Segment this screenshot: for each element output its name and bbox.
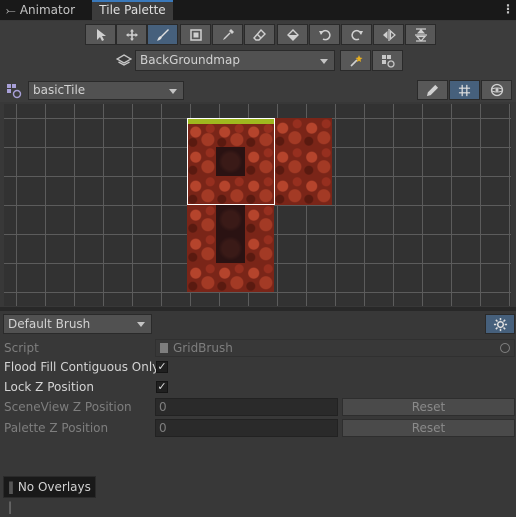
gizmos-button[interactable] — [481, 80, 512, 100]
palette-z-input[interactable]: 0 — [155, 419, 338, 437]
tile[interactable] — [245, 176, 274, 205]
tile[interactable] — [216, 263, 245, 292]
gizmo-sphere-icon — [490, 83, 503, 97]
tile[interactable] — [245, 147, 274, 176]
object-picker-icon[interactable] — [500, 343, 510, 353]
tile[interactable] — [187, 205, 216, 234]
tile[interactable] — [274, 176, 303, 205]
tile[interactable] — [245, 234, 274, 263]
tile[interactable] — [187, 263, 216, 292]
tile[interactable] — [303, 147, 332, 176]
active-tilemap-value: BackGroundmap — [140, 53, 240, 67]
script-label: Script — [4, 341, 39, 355]
flip-y-icon — [414, 27, 427, 42]
grid-icon — [458, 84, 471, 96]
chevron-down-icon — [137, 322, 145, 327]
edit-palette-button[interactable] — [417, 80, 448, 100]
tile[interactable] — [274, 118, 303, 147]
tile[interactable] — [187, 118, 216, 147]
flood-fill-checkbox[interactable]: ✓ — [156, 361, 168, 373]
animator-icon: ⤚ — [6, 3, 16, 17]
tile[interactable] — [245, 205, 274, 234]
picker-icon — [222, 28, 234, 40]
palette-selector-value: basicTile — [33, 83, 86, 97]
brush-settings-button[interactable] — [485, 314, 515, 334]
toggle-grid-button[interactable] — [449, 80, 480, 100]
palette-z-label: Palette Z Position — [4, 421, 109, 435]
rotate-counterclockwise-button[interactable] — [309, 24, 340, 45]
eraser-tool-button[interactable] — [244, 24, 275, 45]
picker-tool-button[interactable] — [212, 24, 243, 45]
tile-palette-grid[interactable] — [4, 104, 511, 306]
flip-x-button[interactable] — [373, 24, 404, 45]
box-fill-tool-button[interactable] — [180, 24, 211, 45]
tile[interactable] — [216, 147, 245, 176]
overlays-menu[interactable]: ‖ No Overlays | — [3, 476, 96, 514]
paint-brush-tool-button[interactable] — [147, 24, 178, 45]
rotate-counterclockwise-icon — [318, 29, 331, 40]
more-menu-icon[interactable]: ⋮ — [502, 0, 514, 20]
eraser-icon — [252, 28, 266, 41]
lock-z-label: Lock Z Position — [4, 380, 94, 394]
script-field: GridBrush — [155, 339, 515, 357]
focus-tilemap-button[interactable] — [340, 50, 371, 71]
script-file-icon — [160, 343, 168, 353]
flip-y-button[interactable] — [405, 24, 436, 45]
active-tilemap-dropdown[interactable]: BackGroundmap — [135, 50, 335, 71]
brush-selector-value: Default Brush — [8, 317, 91, 331]
move-tool-button[interactable] — [116, 24, 147, 45]
magic-wand-icon — [349, 54, 362, 67]
tile[interactable] — [245, 118, 274, 147]
flood-fill-label: Flood Fill Contiguous Only — [4, 360, 160, 374]
rotate-clockwise-button[interactable] — [341, 24, 372, 45]
select-icon — [96, 28, 106, 41]
fill-bucket-icon — [286, 28, 299, 41]
sceneview-z-input[interactable]: 0 — [155, 398, 338, 416]
paint-brush-icon — [156, 28, 169, 41]
tile[interactable] — [187, 234, 216, 263]
tile[interactable] — [216, 118, 245, 147]
brush-selector-dropdown[interactable]: Default Brush — [3, 314, 152, 334]
overlays-label: No Overlays — [17, 480, 91, 494]
script-value: GridBrush — [173, 341, 233, 355]
tile[interactable] — [245, 263, 274, 292]
tile[interactable] — [303, 176, 332, 205]
sceneview-z-reset-button[interactable]: Reset — [342, 398, 515, 416]
tab-animator-label: Animator — [19, 3, 75, 17]
palette-selector-dropdown[interactable]: basicTile — [28, 81, 184, 100]
chevron-down-icon — [169, 89, 177, 94]
drag-handle-icon[interactable]: ‖ — [8, 480, 14, 494]
flip-x-icon — [382, 28, 396, 41]
tile[interactable] — [187, 147, 216, 176]
tile[interactable] — [216, 205, 245, 234]
select-tool-button[interactable] — [85, 24, 116, 45]
panel-divider[interactable] — [0, 307, 516, 311]
box-fill-icon — [189, 28, 202, 41]
chevron-down-icon — [320, 59, 328, 64]
tile[interactable] — [187, 176, 216, 205]
tile-palette-settings-button[interactable] — [372, 50, 403, 71]
pencil-icon — [426, 84, 439, 96]
sceneview-z-label: SceneView Z Position — [4, 400, 132, 414]
move-icon — [125, 28, 138, 41]
layers-icon — [116, 54, 132, 66]
separator: | — [8, 500, 13, 514]
palette-grid-icon — [381, 54, 395, 68]
tile[interactable] — [216, 234, 245, 263]
tab-tile-palette[interactable]: Tile Palette — [92, 0, 173, 20]
tile[interactable] — [216, 176, 245, 205]
tile[interactable] — [274, 147, 303, 176]
brush-settings-icon — [493, 317, 507, 331]
tile-palette-icon — [7, 84, 22, 99]
palette-z-reset-button[interactable]: Reset — [342, 419, 515, 437]
fill-bucket-tool-button[interactable] — [277, 24, 308, 45]
tile[interactable] — [303, 118, 332, 147]
lock-z-checkbox[interactable]: ✓ — [156, 381, 168, 393]
tab-animator[interactable]: ⤚ Animator — [0, 0, 91, 20]
rotate-clockwise-icon — [350, 29, 363, 40]
